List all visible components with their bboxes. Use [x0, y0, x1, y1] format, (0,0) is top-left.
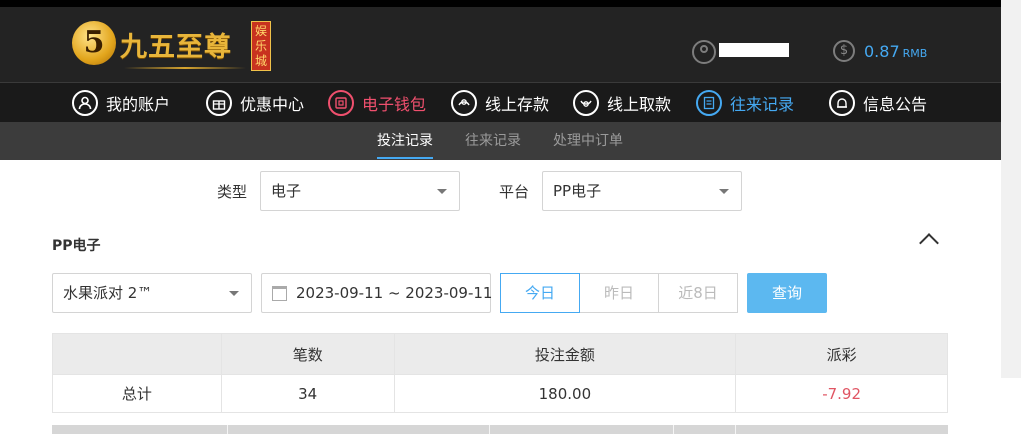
platform-select[interactable]: PP电子	[542, 171, 742, 211]
table-row: 总计 34 180.00 -7.92	[52, 374, 948, 413]
deposit-icon	[451, 90, 477, 116]
table-header: 投注金额	[393, 333, 737, 375]
total-payout: -7.92	[735, 374, 948, 413]
table-header: 派彩	[735, 333, 948, 375]
date-range-value: 2023-09-11 ~ 2023-09-11	[296, 284, 493, 302]
type-select[interactable]: 电子	[260, 171, 460, 211]
user-circle-icon	[72, 90, 98, 116]
vertical-scrollbar[interactable]	[1001, 0, 1021, 378]
app-root: 5 九五至尊 娱乐城 $ 0.87 RMB 我的账户 优惠中心 电子钱包 线上存…	[0, 0, 1021, 434]
chevron-down-icon	[437, 189, 447, 194]
main-nav: 我的账户 优惠中心 电子钱包 线上存款 线上取款 往来记录 信息公告	[0, 82, 1001, 122]
section-title: PP电子	[52, 238, 101, 254]
sub-tabs: 投注记录 往来记录 处理中订单	[0, 122, 1001, 160]
date-range-input[interactable]: 2023-09-11 ~ 2023-09-11	[261, 273, 493, 313]
records-icon	[696, 90, 722, 116]
nav-item-promotions[interactable]: 优惠中心	[206, 83, 304, 123]
type-select-value: 电子	[271, 182, 302, 200]
wallet-icon	[328, 90, 354, 116]
detail-table-header	[52, 425, 948, 434]
balance-value: 0.87	[864, 42, 900, 61]
platform-select-value: PP电子	[553, 182, 602, 200]
tab-transaction-records[interactable]: 往来记录	[465, 122, 521, 160]
logo-tag: 娱乐城	[251, 21, 271, 71]
logo-badge: 5	[72, 21, 116, 65]
nav-item-transaction-records[interactable]: 往来记录	[696, 83, 794, 123]
chevron-down-icon	[229, 291, 239, 296]
range-last-8-days-button[interactable]: 近8日	[658, 273, 738, 313]
gift-icon	[206, 90, 232, 116]
query-button[interactable]: 查询	[747, 273, 827, 313]
nav-label: 线上存款	[485, 95, 550, 114]
chevron-up-icon[interactable]	[919, 233, 939, 253]
nav-label: 我的账户	[106, 95, 171, 114]
nav-item-e-wallet[interactable]: 电子钱包	[328, 83, 426, 123]
nav-label: 线上取款	[607, 95, 672, 114]
range-today-button[interactable]: 今日	[500, 273, 580, 313]
tab-bet-records[interactable]: 投注记录	[377, 122, 433, 160]
table-header-row: 笔数 投注金额 派彩	[52, 333, 948, 375]
nav-item-deposit[interactable]: 线上存款	[451, 83, 549, 123]
withdraw-icon	[573, 90, 599, 116]
nav-label: 信息公告	[863, 95, 928, 114]
nav-item-my-account[interactable]: 我的账户	[72, 83, 170, 123]
balance-unit: RMB	[902, 47, 928, 60]
nav-label: 优惠中心	[240, 95, 305, 114]
nav-label: 往来记录	[730, 95, 795, 114]
top-header: 5 九五至尊 娱乐城 $ 0.87 RMB	[0, 0, 1001, 82]
bell-icon	[829, 90, 855, 116]
logo-text: 九五至尊	[120, 32, 232, 63]
platform-label: 平台	[499, 183, 530, 201]
tab-pending-orders[interactable]: 处理中订单	[553, 122, 623, 160]
game-select[interactable]: 水果派对 2™	[52, 273, 252, 313]
nav-label: 电子钱包	[362, 95, 427, 114]
game-select-value: 水果派对 2™	[63, 284, 153, 302]
user-icon[interactable]	[692, 40, 716, 64]
total-count: 34	[220, 374, 395, 413]
table-header: 笔数	[220, 333, 395, 375]
nav-item-announcements[interactable]: 信息公告	[829, 83, 927, 123]
total-label: 总计	[52, 374, 222, 413]
table-header	[52, 333, 222, 375]
logo-ornament	[124, 67, 246, 69]
type-label: 类型	[217, 183, 248, 201]
balance-display[interactable]: 0.87 RMB	[864, 42, 927, 61]
range-yesterday-button[interactable]: 昨日	[579, 273, 659, 313]
nav-item-withdraw[interactable]: 线上取款	[573, 83, 671, 123]
username-redacted	[719, 43, 789, 57]
calendar-icon	[272, 286, 287, 301]
chevron-down-icon	[719, 189, 729, 194]
dollar-icon: $	[833, 40, 855, 62]
summary-table: 笔数 投注金额 派彩 总计 34 180.00 -7.92	[52, 333, 948, 413]
site-logo[interactable]: 5 九五至尊 娱乐城	[72, 17, 272, 75]
total-amount: 180.00	[393, 374, 737, 413]
